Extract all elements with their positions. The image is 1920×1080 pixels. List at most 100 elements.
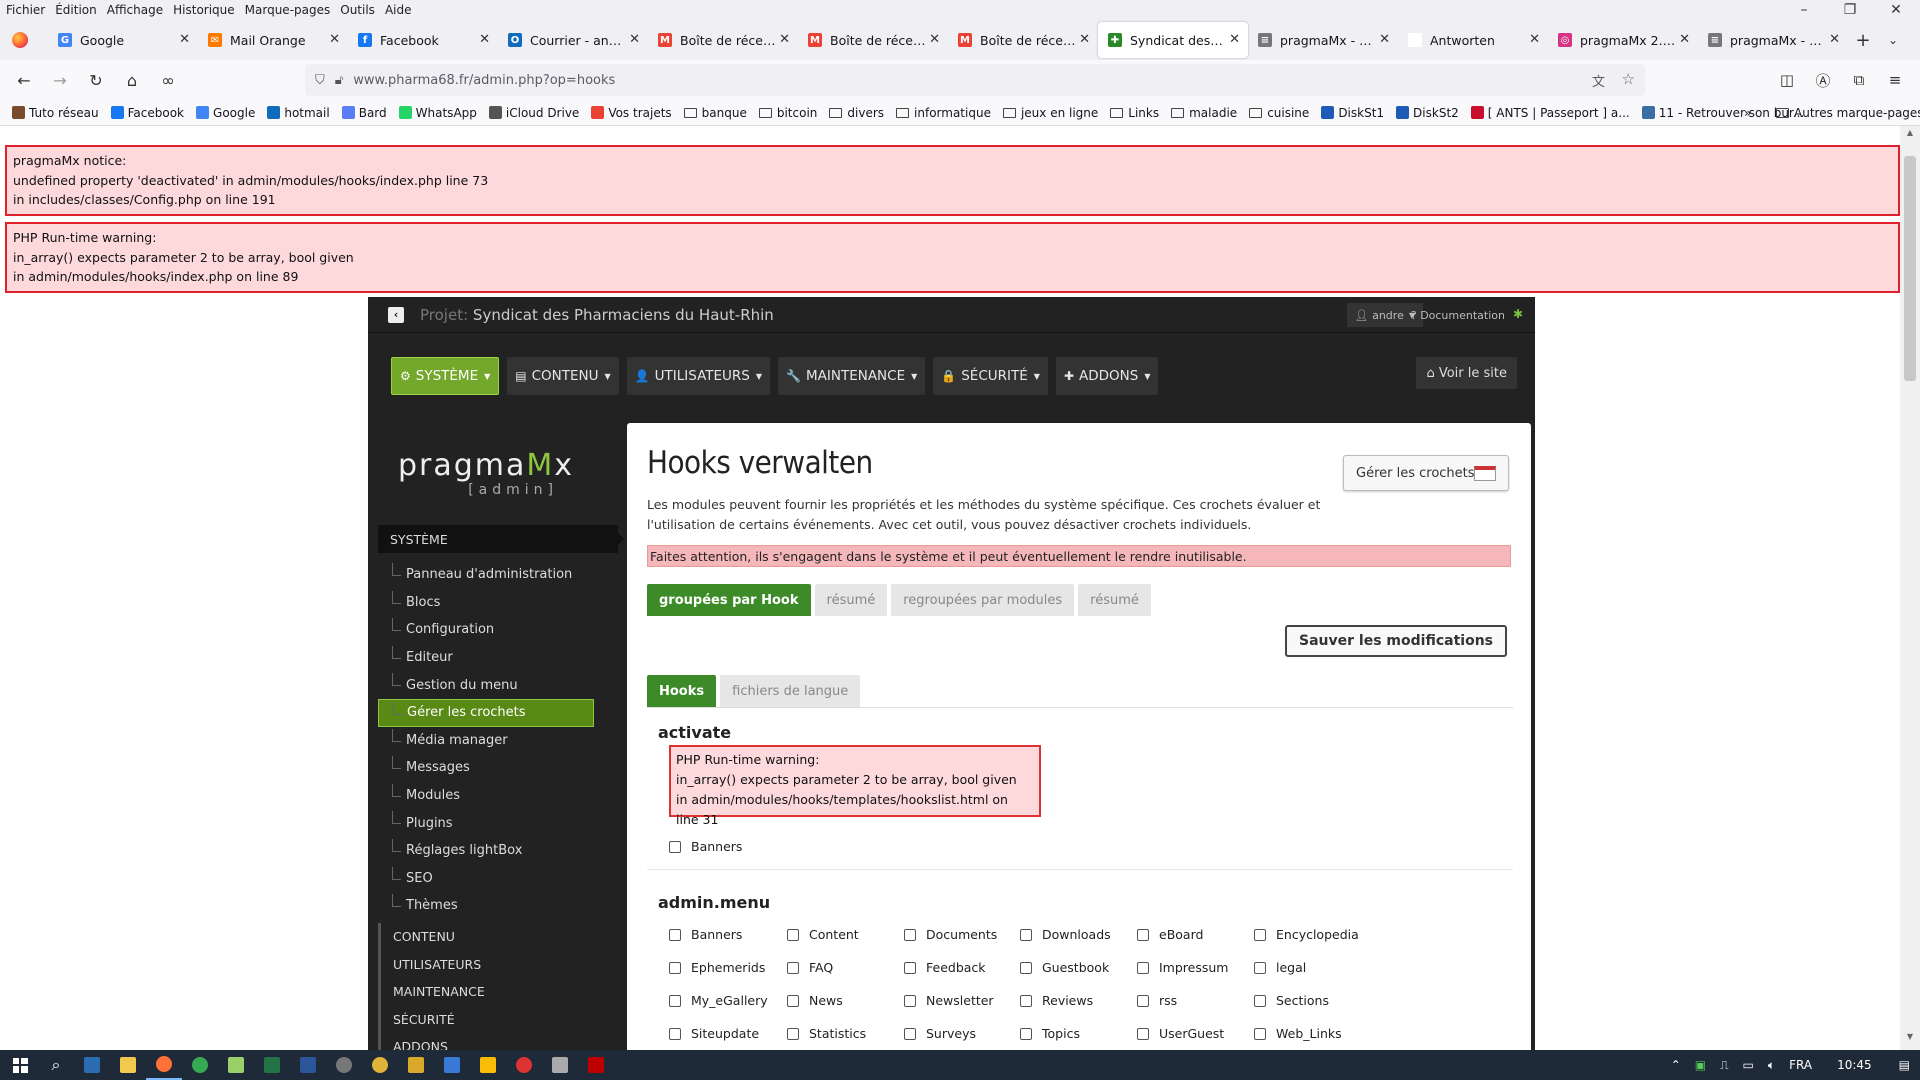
browser-tab[interactable]: Antworten ✕ [1398, 22, 1548, 58]
notepad-icon[interactable] [218, 1050, 254, 1080]
firefox-icon[interactable] [12, 32, 28, 48]
menu-edition[interactable]: Édition [55, 3, 97, 17]
close-tab-icon[interactable]: ✕ [1529, 32, 1540, 47]
chrome-icon[interactable] [182, 1050, 218, 1080]
scroll-down-icon[interactable]: ▼ [1900, 1032, 1920, 1048]
file-explorer-icon[interactable] [110, 1050, 146, 1080]
sidebar-section[interactable]: MAINTENANCE [378, 977, 618, 1006]
bookmark-item[interactable]: [ ANTS | Passeport ] a... [1470, 106, 1630, 120]
browser-tab[interactable]: MBoîte de réception✕ [798, 22, 948, 58]
translate-icon[interactable]: 文 [1592, 71, 1605, 90]
tab-hooks[interactable]: Hooks [647, 675, 717, 707]
sidebar-item[interactable]: Editeur [378, 644, 618, 672]
close-window-button[interactable]: ✕ [1876, 0, 1916, 20]
bookmark-item[interactable]: Facebook [110, 106, 184, 120]
security-icon[interactable]: ▣ [1695, 1058, 1706, 1072]
checkbox-admin-menu-module[interactable]: Statistics [787, 1026, 866, 1041]
app-blue-icon[interactable] [434, 1050, 470, 1080]
browser-tab[interactable]: ◎ pragmaMx 2.8.4. ✕ [1548, 22, 1698, 58]
topnav-systeme[interactable]: ⚙ SYSTÈME ▼ [391, 357, 500, 395]
reload-icon[interactable]: ↻ [78, 64, 114, 96]
volume-icon[interactable]: 🔈︎ [1768, 1058, 1775, 1073]
hamburger-menu-icon[interactable]: ≡ [1880, 64, 1910, 96]
browser-tab[interactable]: ✉ Mail Orange ✕ [198, 22, 348, 58]
bookmark-item[interactable]: maladie [1171, 106, 1237, 120]
sidebar-section[interactable]: UTILISATEURS [378, 950, 618, 978]
menu-fichier[interactable]: Fichier [6, 3, 45, 17]
bookmark-item[interactable]: cuisine [1249, 106, 1309, 120]
topnav-securite[interactable]: 🔒 SÉCURITÉ ▼ [933, 357, 1048, 395]
browser-tab[interactable]: MBoîte de réception✕ [948, 22, 1098, 58]
bookmark-item[interactable]: hotmail [267, 106, 330, 120]
checkbox-admin-menu-module[interactable]: Topics [1020, 1026, 1080, 1041]
topnav-maintenance[interactable]: 🔧 MAINTENANCE ▼ [778, 357, 926, 395]
app-box-icon[interactable] [398, 1050, 434, 1080]
extensions-icon[interactable]: ⧉ [1844, 64, 1874, 96]
bookmark-item[interactable]: Google [196, 106, 255, 120]
bug-icon[interactable]: ✱ [1513, 307, 1527, 321]
firefox-taskbar-icon[interactable] [146, 1050, 182, 1080]
language-indicator[interactable]: FRA [1789, 1058, 1812, 1072]
pocket-icon[interactable]: ◫ [1772, 64, 1802, 96]
browser-tab[interactable]: f Facebook ✕ [348, 22, 498, 58]
lock-icon[interactable]: 🔓︎ [335, 73, 343, 88]
close-tab-icon[interactable]: ✕ [629, 32, 640, 47]
save-changes-button[interactable]: Sauver les modifications [1285, 625, 1507, 657]
menu-aide[interactable]: Aide [385, 3, 412, 17]
close-tab-icon[interactable]: ✕ [1379, 32, 1390, 47]
forward-arrow-icon[interactable]: → [42, 64, 78, 96]
browser-tab[interactable]: OCourrier - andre.r✕ [498, 22, 648, 58]
sidebar-item[interactable]: Gestion du menu [378, 671, 618, 699]
view-site-button[interactable]: ⌂ Voir le site [1416, 357, 1517, 389]
close-tab-icon[interactable]: ✕ [1079, 32, 1090, 47]
bookmark-item[interactable]: Links [1110, 106, 1159, 120]
filezilla-icon[interactable] [578, 1050, 614, 1080]
windows-start-icon[interactable] [2, 1050, 38, 1080]
scroll-thumb[interactable] [1904, 156, 1916, 381]
bookmark-item[interactable]: DiskSt1 [1321, 106, 1384, 120]
sidebar-item[interactable]: Modules [378, 782, 618, 810]
checkbox-admin-menu-module[interactable]: Downloads [1020, 927, 1111, 942]
sidebar-item[interactable]: Plugins [378, 809, 618, 837]
tab-language-files[interactable]: fichiers de langue [720, 675, 861, 707]
bookmark-star-icon[interactable]: ☆ [1622, 70, 1635, 88]
chevron-up-icon[interactable]: ⌃ [1671, 1058, 1681, 1072]
sidebar-item[interactable]: Réglages lightBox [378, 837, 618, 865]
app-circle-icon[interactable] [326, 1050, 362, 1080]
scroll-up-icon[interactable]: ▲ [1900, 128, 1920, 144]
manage-hooks-button[interactable]: Gérer les crochets [1343, 455, 1509, 491]
restore-button[interactable]: ❐ [1830, 0, 1870, 20]
sidebar-item[interactable]: Gérer les crochets [378, 698, 594, 727]
chevron-down-icon[interactable]: ⌄ [1878, 33, 1908, 47]
checkbox-admin-menu-module[interactable]: Banners [669, 927, 742, 942]
tab-summary-1[interactable]: résumé [814, 584, 888, 616]
checkbox-admin-menu-module[interactable]: Content [787, 927, 859, 942]
minimize-button[interactable]: – [1784, 0, 1824, 20]
app-red-icon[interactable] [506, 1050, 542, 1080]
checkbox-admin-menu-module[interactable]: Impressum [1137, 960, 1228, 975]
menu-outils[interactable]: Outils [340, 3, 375, 17]
address-bar[interactable]: ⛉ 🔓︎ www.pharma68.fr/admin.php?op=hooks … [305, 64, 1645, 96]
checkbox-admin-menu-module[interactable]: Siteupdate [669, 1026, 759, 1041]
excel-icon[interactable] [254, 1050, 290, 1080]
close-tab-icon[interactable]: ✕ [329, 32, 340, 47]
checkbox-admin-menu-module[interactable]: Reviews [1020, 993, 1093, 1008]
notifications-icon[interactable]: ▤ [1899, 1058, 1910, 1072]
checkbox-admin-menu-module[interactable]: News [787, 993, 843, 1008]
checkbox-admin-menu-module[interactable]: My_eGallery [669, 993, 768, 1008]
checkbox-admin-menu-module[interactable]: Surveys [904, 1026, 976, 1041]
bookmark-item[interactable]: divers [829, 106, 884, 120]
close-tab-icon[interactable]: ✕ [1229, 32, 1240, 47]
sidebar-item[interactable]: Panneau d'administration [378, 561, 618, 589]
close-tab-icon[interactable]: ✕ [1679, 32, 1690, 47]
app-gray-icon[interactable] [542, 1050, 578, 1080]
menu-affichage[interactable]: Affichage [107, 3, 163, 17]
bookmark-item[interactable]: Bard [341, 106, 387, 120]
bookmark-item[interactable]: Tuto réseau [12, 106, 99, 120]
close-tab-icon[interactable]: ✕ [479, 32, 490, 47]
bookmark-item[interactable]: bitcoin [758, 106, 817, 120]
search-icon[interactable]: ⌕ [38, 1050, 74, 1080]
close-tab-icon[interactable]: ✕ [179, 32, 190, 47]
sidebar-section-systeme[interactable]: SYSTÈME [378, 525, 624, 553]
app-yellow-icon[interactable] [362, 1050, 398, 1080]
